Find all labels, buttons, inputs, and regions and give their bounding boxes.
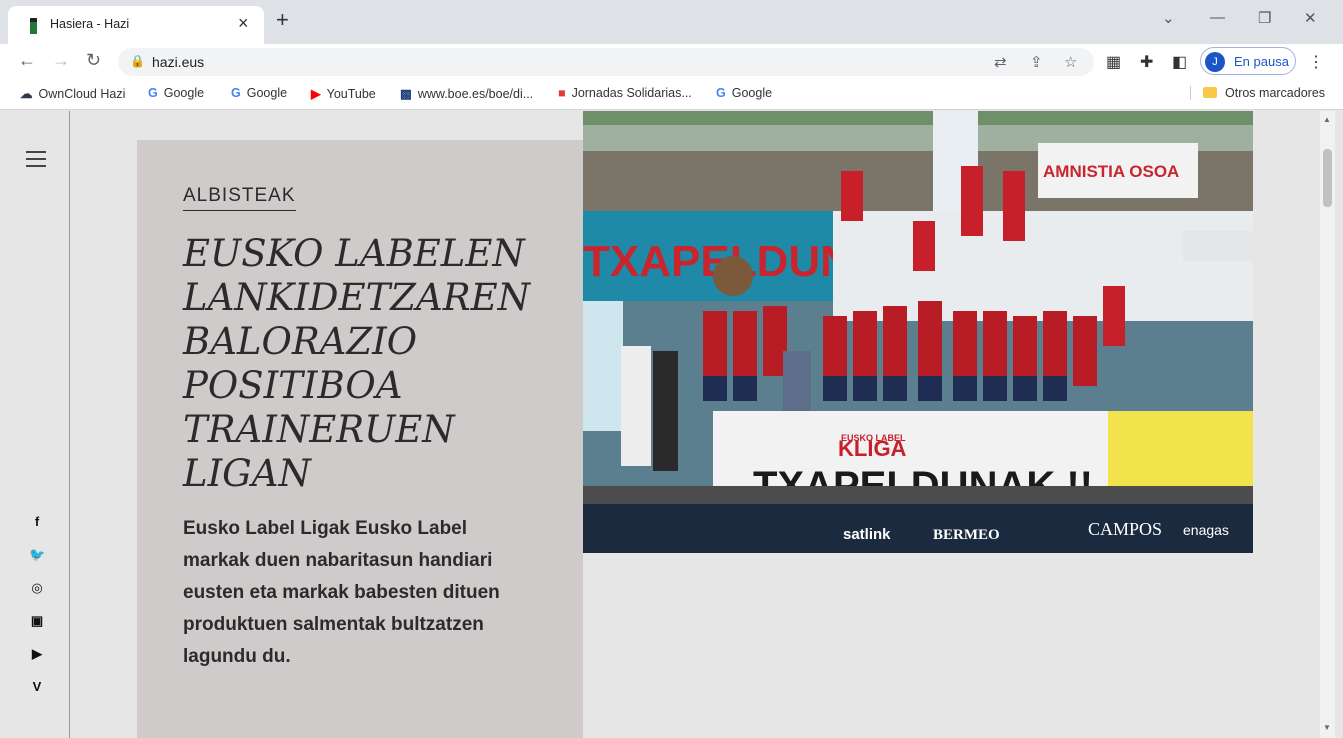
translate-icon[interactable]: ⇄ [994, 53, 1007, 71]
google-icon: G [148, 86, 158, 100]
active-tab[interactable]: Hasiera - Hazi × [8, 6, 264, 44]
other-bookmarks[interactable]: Otros marcadores [1190, 86, 1325, 100]
folder-icon [1203, 87, 1217, 98]
web-page: f 🐦 ◎ ▣ ▶ V ALBISTEAK EUSKO LABELEN LANK… [0, 111, 1343, 738]
news-photo[interactable]: TXAPELDUNAK AMNISTIA OSOA EUSKO LABEL KL… [583, 111, 1253, 553]
section-kicker[interactable]: ALBISTEAK [183, 185, 296, 211]
bookmarks-bar: ☁ OwnCloud Hazi G Google G Google ▶ YouTube … [0, 80, 1343, 110]
bookmark-owncloud[interactable]: ☁ OwnCloud Hazi [20, 86, 125, 101]
share-icon[interactable]: ⇪ [1030, 53, 1043, 71]
extensions-icon[interactable]: ✚ [1140, 52, 1153, 72]
profile-status: En pausa [1234, 54, 1289, 69]
youtube-icon[interactable]: ▶ [29, 646, 45, 662]
boe-icon: ▩ [400, 87, 412, 101]
flickr-icon[interactable]: ▣ [29, 613, 45, 629]
back-icon[interactable]: ← [18, 50, 36, 71]
cloud-icon: ☁ [20, 87, 33, 101]
reload-icon[interactable]: ↻ [86, 50, 101, 71]
url-text[interactable]: hazi.eus [152, 54, 204, 70]
lock-icon: 🔒 [130, 54, 145, 68]
close-window-button[interactable]: ✕ [1304, 9, 1317, 27]
google-icon: G [231, 86, 241, 100]
new-tab-button[interactable]: + [276, 7, 289, 33]
svg-text:CAMPOS: CAMPOS [1088, 519, 1162, 539]
browser-menu-icon[interactable]: ⋮ [1308, 52, 1324, 72]
hamburger-menu-icon[interactable] [26, 151, 46, 172]
bookmark-jornadas[interactable]: ■ Jornadas Solidarias... [558, 86, 692, 100]
jornadas-icon: ■ [558, 86, 566, 100]
bookmark-google-1[interactable]: G Google [148, 86, 204, 100]
tab-strip: Hasiera - Hazi × + ⌄ — ❐ ✕ [0, 0, 1343, 44]
vimeo-icon[interactable]: V [29, 679, 45, 694]
scroll-thumb[interactable] [1323, 149, 1332, 207]
team-celebration-image: TXAPELDUNAK AMNISTIA OSOA EUSKO LABEL KL… [583, 111, 1253, 553]
tab-title: Hasiera - Hazi [50, 17, 130, 31]
bookmark-google-2[interactable]: G Google [231, 86, 287, 100]
news-panel: ALBISTEAK EUSKO LABELEN LANKIDETZAREN BA… [137, 140, 583, 738]
instagram-icon[interactable]: ◎ [29, 580, 45, 596]
scroll-up-icon[interactable]: ▲ [1323, 115, 1331, 124]
apps-grid-icon[interactable]: ▦ [1106, 52, 1121, 72]
address-bar[interactable]: 🔒 hazi.eus ⇄ ⇪ ☆ [118, 48, 1094, 76]
svg-text:enagas: enagas [1183, 522, 1229, 538]
browser-toolbar: ← → ↻ 🔒 hazi.eus ⇄ ⇪ ☆ ▦ ✚ ◧ J En pausa … [0, 44, 1343, 80]
minimize-button[interactable]: — [1210, 9, 1225, 26]
svg-text:AMNISTIA OSOA: AMNISTIA OSOA [1043, 162, 1179, 181]
tab-close-icon[interactable]: × [238, 13, 249, 34]
left-rail: f 🐦 ◎ ▣ ▶ V [0, 111, 70, 738]
google-icon: G [716, 86, 726, 100]
article-lead: Eusko Label Ligak Eusko Label markak due… [183, 518, 500, 667]
bookmark-star-icon[interactable]: ☆ [1064, 53, 1077, 71]
profile-button[interactable]: J En pausa [1200, 47, 1296, 75]
forward-icon[interactable]: → [52, 50, 70, 71]
twitter-icon[interactable]: 🐦 [29, 547, 45, 563]
youtube-icon: ▶ [311, 87, 321, 101]
site-favicon-icon [30, 18, 37, 34]
tab-search-icon[interactable]: ⌄ [1162, 9, 1175, 27]
svg-text:KLIGA: KLIGA [838, 436, 907, 461]
svg-text:BERMEO: BERMEO [933, 527, 1000, 543]
bookmark-boe[interactable]: ▩ www.boe.es/boe/di... [400, 86, 533, 101]
bookmark-google-3[interactable]: G Google [716, 86, 772, 100]
avatar: J [1205, 52, 1225, 72]
bookmark-youtube[interactable]: ▶ YouTube [311, 86, 376, 101]
side-panel-icon[interactable]: ◧ [1172, 52, 1187, 72]
article-headline[interactable]: EUSKO LABELEN LANKIDETZAREN BALORAZIO PO… [183, 232, 563, 496]
svg-text:satlink: satlink [843, 526, 891, 543]
page-scrollbar[interactable]: ▲ ▼ [1320, 111, 1335, 738]
facebook-icon[interactable]: f [29, 514, 45, 529]
restore-button[interactable]: ❐ [1258, 9, 1271, 27]
scroll-down-icon[interactable]: ▼ [1323, 723, 1331, 732]
